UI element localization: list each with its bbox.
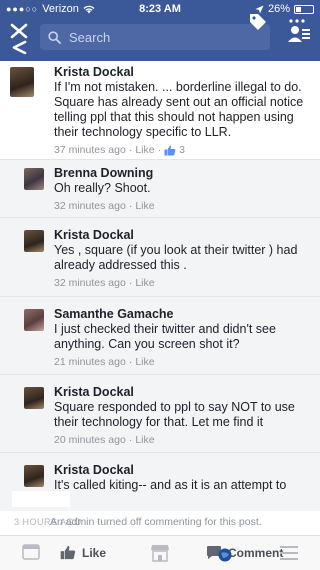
comment-time: 32 minutes ago [54, 200, 126, 212]
like-link[interactable]: Like [135, 277, 154, 289]
marketplace-icon[interactable] [150, 544, 170, 562]
comment-text: It's called kiting-- and as it is an att… [54, 478, 287, 492]
comment-item: Brenna Downing Oh really? Shoot. 32 minu… [0, 160, 320, 218]
redaction-block [12, 491, 70, 507]
avatar[interactable] [10, 67, 34, 97]
comment-author[interactable]: Krista Dockal [54, 65, 310, 79]
comment-meta: 37 minutes ago · Like · 3 [54, 144, 185, 156]
comment-item: Krista Dockal If I'm not mistaken. ... b… [0, 61, 320, 160]
like-link[interactable]: Like [135, 434, 154, 446]
comment-list[interactable]: Krista Dockal If I'm not mistaken. ... b… [0, 61, 320, 511]
search-placeholder: Search [69, 29, 111, 45]
bottom-action-bar: Like Comment [0, 535, 320, 570]
comment-author[interactable]: Krista Dockal [54, 228, 310, 242]
comment-author[interactable]: Samanthe Gamache [54, 307, 310, 321]
like-count: 3 [179, 144, 185, 156]
comment-item: Samanthe Gamache I just checked their tw… [0, 297, 320, 375]
like-link[interactable]: Like [135, 356, 154, 368]
top-bar: ●●●○○ Verizon 8:23 AM 26% Search [0, 0, 320, 61]
comment-time: 32 minutes ago [54, 277, 126, 289]
battery-percent: 26% [267, 3, 290, 15]
comment-button-label: Comment [228, 545, 284, 560]
comment-meta: 32 minutes ago · Like [54, 200, 155, 212]
comment-meta: 21 minutes ago · Like [54, 356, 155, 368]
comment-time: 21 minutes ago [54, 356, 126, 368]
back-arrow-icon[interactable] [8, 22, 30, 54]
menu-icon[interactable] [280, 546, 298, 560]
avatar[interactable] [24, 387, 44, 409]
news-feed-icon[interactable] [22, 544, 40, 560]
price-tag-icon[interactable] [248, 12, 268, 32]
avatar[interactable] [24, 309, 44, 331]
like-button[interactable]: Like [60, 545, 106, 560]
globe-notifications-icon[interactable] [218, 548, 232, 562]
comment-text: Oh really? Shoot. [54, 181, 151, 195]
like-link[interactable]: Like [135, 200, 154, 212]
status-bar: ●●●○○ Verizon 8:23 AM 26% [0, 0, 320, 18]
battery-icon [294, 4, 314, 14]
comment-meta: 20 minutes ago · Like [54, 434, 155, 446]
comment-text: If I'm not mistaken. ... borderline ille… [54, 80, 304, 139]
like-link[interactable]: Like [135, 144, 154, 156]
comments-disabled-notice: 3 HOURS AGO An admin turned off commenti… [0, 511, 320, 535]
avatar[interactable] [24, 168, 44, 190]
thumbs-up-icon [164, 145, 176, 155]
thumbs-up-icon [60, 545, 76, 560]
comment-author[interactable]: Krista Dockal [54, 385, 310, 399]
avatar[interactable] [24, 465, 44, 487]
comment-text: Square responded to ppl to say NOT to us… [54, 400, 295, 429]
comment-item: Krista Dockal Square responded to ppl to… [0, 375, 320, 453]
notice-text: An admin turned off commenting for this … [50, 516, 262, 528]
comment-text: I just checked their twitter and didn't … [54, 322, 276, 351]
comment-time: 37 minutes ago [54, 144, 126, 156]
comment-meta: 32 minutes ago · Like [54, 277, 155, 289]
comment-author[interactable]: Brenna Downing [54, 166, 310, 180]
search-input[interactable]: Search [40, 24, 270, 50]
friends-icon[interactable] [286, 18, 312, 48]
comment-item: Krista Dockal Yes , square (if you look … [0, 218, 320, 297]
comment-time: 20 minutes ago [54, 434, 126, 446]
comment-author[interactable]: Krista Dockal [54, 463, 310, 477]
avatar[interactable] [24, 230, 44, 252]
search-icon [48, 30, 61, 44]
comment-text: Yes , square (if you look at their twitt… [54, 243, 298, 272]
like-button-label: Like [82, 545, 107, 560]
